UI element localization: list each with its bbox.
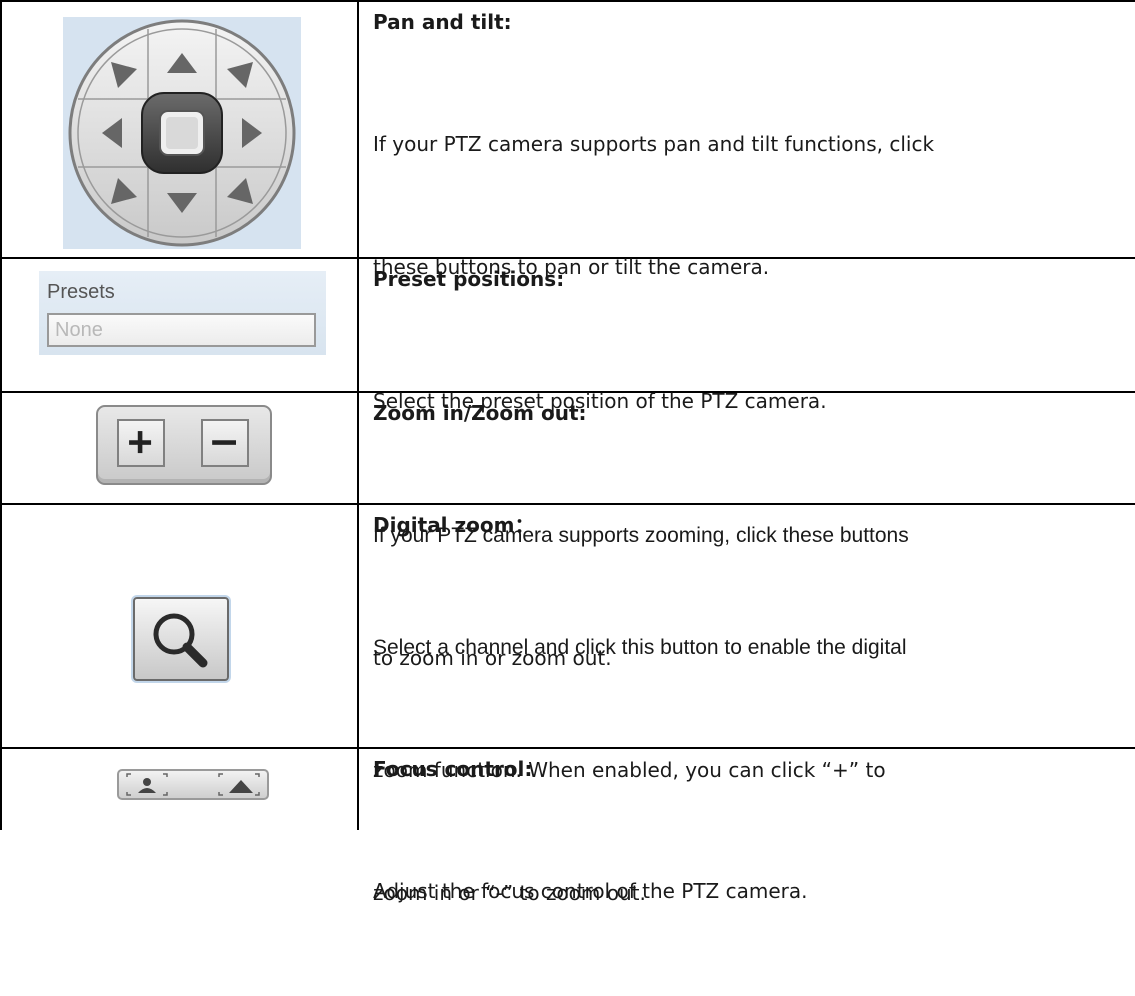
person-icon — [143, 778, 151, 786]
digital-zoom-description-cell: Digital zoom： Select a channel and click… — [358, 503, 1135, 905]
row-title: Preset positions: — [373, 267, 565, 291]
description-line: Select a channel and click this button t… — [373, 636, 907, 659]
zoom-out-button[interactable] — [201, 419, 249, 467]
row-title: Pan and tilt: — [373, 10, 512, 34]
presets-dropdown[interactable]: None — [47, 313, 316, 347]
table-row-pan-tilt: Pan and tilt: If your PTZ camera support… — [0, 0, 1135, 279]
minus-icon — [212, 440, 236, 445]
mountain-icon — [229, 780, 253, 793]
presets-label: Presets — [47, 281, 115, 303]
digital-zoom-button[interactable] — [133, 597, 229, 681]
pan-tilt-image-cell — [0, 0, 358, 257]
zoom-buttons — [96, 405, 272, 485]
row-description: Adjust the focus control of the PTZ came… — [373, 789, 1135, 994]
zoom-description-cell: Zoom in/Zoom out: If your PTZ camera sup… — [358, 391, 1135, 670]
focus-description-cell: Focus control: Adjust the focus control … — [358, 747, 1135, 903]
magnifier-icon — [153, 613, 208, 668]
focus-control — [117, 769, 269, 800]
row-title: Focus control: — [373, 757, 533, 781]
focus-buttons-art — [126, 773, 260, 796]
plus-icon — [129, 431, 152, 454]
description-line: Adjust the focus control of the PTZ came… — [373, 879, 808, 903]
pan-tilt-control[interactable] — [63, 17, 301, 249]
zoom-in-button[interactable] — [117, 419, 165, 467]
presets-panel: Presets None — [39, 271, 326, 355]
description-line: If your PTZ camera supports pan and tilt… — [373, 132, 935, 156]
presets-description-cell: Preset positions: Select the preset posi… — [358, 257, 1135, 413]
pan-tilt-description-cell: Pan and tilt: If your PTZ camera support… — [358, 0, 1135, 279]
row-title: Digital zoom： — [373, 513, 535, 537]
row-title: Zoom in/Zoom out: — [373, 401, 587, 425]
